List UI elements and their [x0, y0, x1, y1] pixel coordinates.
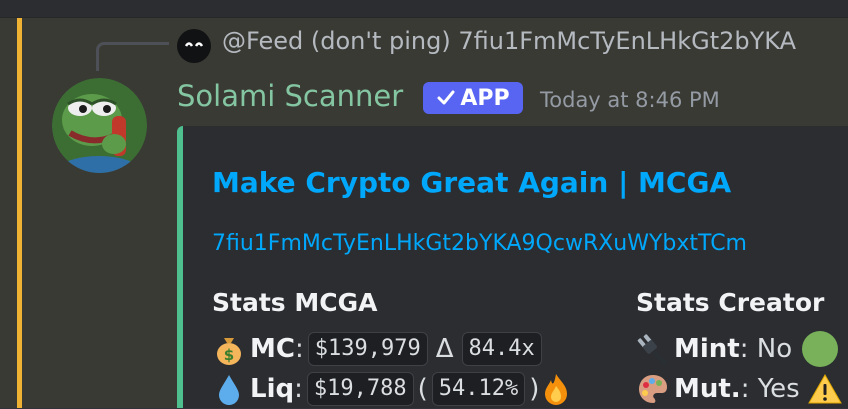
mention-highlight-bar: [17, 18, 22, 408]
liq-row: Liq: $19,788 ( 54.12% ): [212, 369, 577, 409]
app-badge: APP: [423, 82, 523, 114]
liq-value: $19,788: [306, 372, 414, 406]
mut-label: Mut.: [674, 374, 741, 404]
author-name[interactable]: Solami Scanner: [177, 79, 403, 113]
top-bar: [0, 0, 848, 18]
frog-avatar-icon[interactable]: [52, 78, 147, 173]
mc-row: $ MC: $139,979 Δ 84.4x: [212, 329, 546, 369]
palette-icon: [639, 375, 667, 403]
delta-symbol: Δ: [435, 334, 454, 364]
liq-percent: 54.12%: [431, 372, 526, 406]
fire-icon: [545, 374, 568, 405]
app-badge-label: APP: [460, 85, 510, 111]
money-bag-icon: $: [217, 338, 241, 365]
liq-label: Liq: [250, 374, 295, 404]
mut-row: Mut.: Yes: [636, 369, 842, 409]
checkmark-icon: [437, 90, 455, 105]
mc-label: MC: [250, 334, 295, 364]
stats-field-title: Stats MCGA: [212, 288, 378, 317]
droplet-icon: [219, 375, 239, 405]
embed-title[interactable]: Make Crypto Great Again | MCGA: [212, 166, 731, 199]
embed-token-link[interactable]: 7fiu1FmMcTyEnLHkGt2bYKA9QcwRXuWYbxtTCm: [212, 231, 747, 256]
svg-text:$: $: [224, 346, 234, 364]
mc-value: $139,979: [307, 332, 428, 366]
reply-preview[interactable]: @Feed (don't ping) 7fiu1FmMcTyEnLHkGt2bY…: [222, 27, 796, 55]
plug-icon: [637, 334, 668, 366]
mc-delta: 84.4x: [461, 332, 542, 366]
mut-value: Yes: [757, 374, 800, 404]
warning-icon: [807, 373, 842, 404]
green-circle-icon: [802, 331, 839, 367]
mint-row: Mint: No: [636, 329, 839, 369]
embed-accent-bar: [177, 126, 183, 408]
black-smiley-avatar-icon[interactable]: [177, 29, 211, 63]
creator-field-title: Stats Creator: [636, 288, 825, 317]
mint-value: No: [756, 334, 793, 364]
message-timestamp[interactable]: Today at 8:46 PM: [540, 88, 720, 112]
mint-label: Mint: [674, 334, 740, 364]
reply-spine: [96, 42, 169, 71]
